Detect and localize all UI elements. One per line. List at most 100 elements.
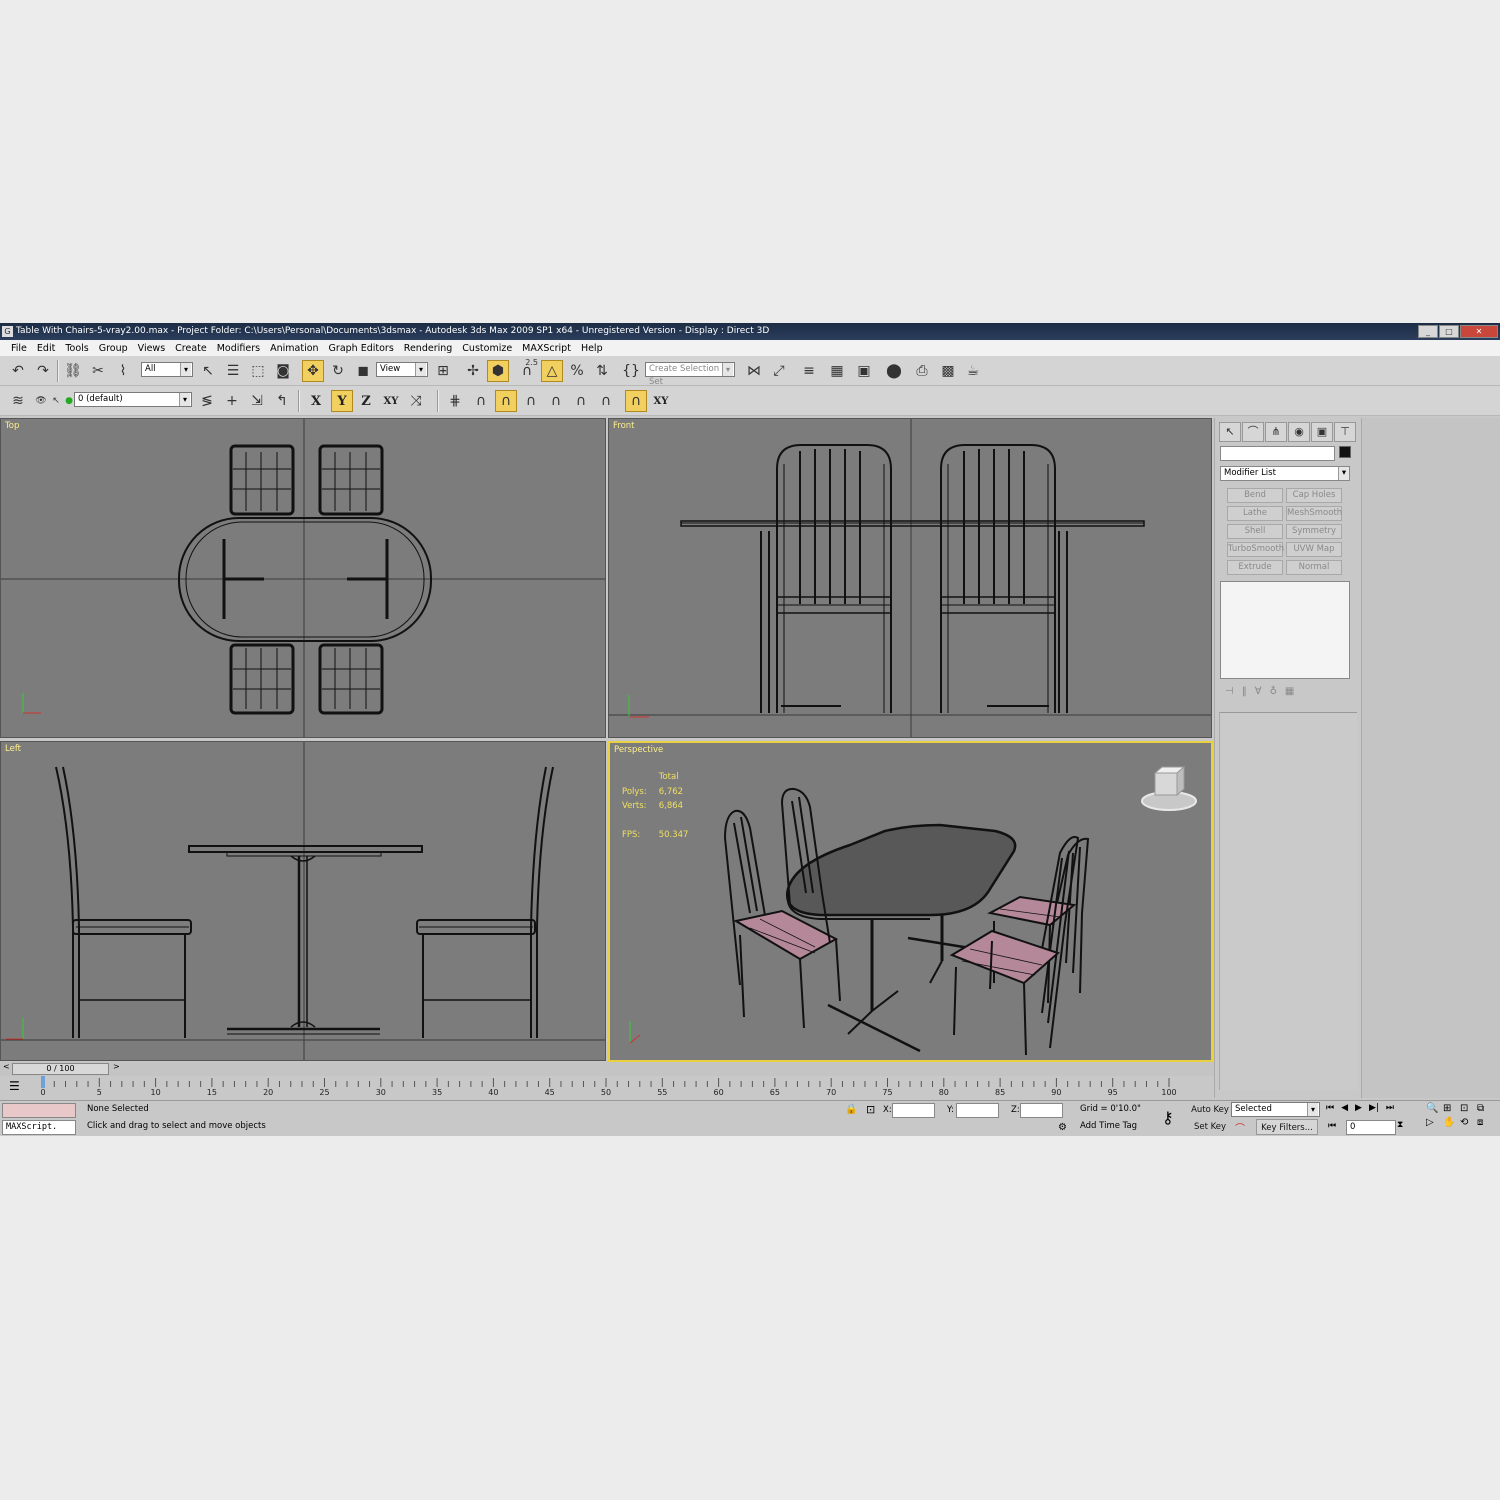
key-filters-button[interactable]: Key Filters... xyxy=(1256,1119,1318,1135)
layer-dropdown[interactable]: 0 (default) xyxy=(74,392,192,407)
selection-lock-icon[interactable]: 🔒 xyxy=(845,1104,857,1115)
mirror-icon[interactable]: ⋈ xyxy=(743,360,765,382)
orbit-icon[interactable]: ⟲ xyxy=(1460,1117,1477,1128)
viewport-front[interactable]: Front xyxy=(608,418,1212,738)
utilities-tab-icon[interactable]: ⊤ xyxy=(1334,422,1356,442)
axis-x-button[interactable]: X xyxy=(305,390,327,412)
go-to-end-icon[interactable]: ⏭ xyxy=(1386,1103,1394,1113)
next-frame-button-icon[interactable]: ▶| xyxy=(1369,1103,1379,1113)
make-unique-icon[interactable]: ∀ xyxy=(1255,686,1262,702)
axis-z-button[interactable]: Z xyxy=(355,390,377,412)
undo-icon[interactable]: ↶ xyxy=(7,360,29,382)
next-frame-icon[interactable]: > xyxy=(113,1062,120,1071)
select-in-layer-icon[interactable]: ⇲ xyxy=(246,390,268,412)
viewport-front-label[interactable]: Front xyxy=(613,421,635,431)
menu-views[interactable]: Views xyxy=(133,343,171,354)
motion-tab-icon[interactable]: ◉ xyxy=(1288,422,1310,442)
modifier-cap-holes-button[interactable]: Cap Holes xyxy=(1286,488,1342,503)
time-tag-icon[interactable]: ⚙ xyxy=(1058,1122,1067,1133)
add-time-tag[interactable]: Add Time Tag xyxy=(1077,1120,1149,1135)
snaps-toggle-icon[interactable]: 2.5 ∩ xyxy=(516,358,538,382)
snap-face-icon[interactable]: ∩ xyxy=(570,390,592,412)
select-link-icon[interactable]: ⛓ xyxy=(62,360,84,382)
pan-icon[interactable]: ✋ xyxy=(1443,1117,1460,1128)
zoom-all-icon[interactable]: ⊞ xyxy=(1443,1103,1460,1114)
key-mode-toggle-icon[interactable]: ⏮ xyxy=(1328,1121,1336,1131)
app-icon[interactable]: G xyxy=(2,326,13,337)
viewport-left-label[interactable]: Left xyxy=(5,744,21,754)
current-frame-input[interactable]: 0 xyxy=(1346,1120,1396,1135)
angle-snap-icon[interactable]: △ xyxy=(541,360,563,382)
display-tab-icon[interactable]: ▣ xyxy=(1311,422,1333,442)
snap-midpoint-icon[interactable]: ∩ xyxy=(520,390,542,412)
snap-vertex-icon[interactable]: ∩ xyxy=(470,390,492,412)
bind-space-warp-icon[interactable]: ⌇ xyxy=(112,360,134,382)
time-configuration-icon[interactable]: ⧗ xyxy=(1397,1120,1403,1130)
set-key-button[interactable]: Set Key xyxy=(1191,1119,1229,1135)
menu-rendering[interactable]: Rendering xyxy=(399,343,458,354)
modifier-list-dropdown[interactable]: Modifier List xyxy=(1220,466,1350,481)
viewport-top[interactable]: Top xyxy=(0,418,606,738)
modifier-shell-button[interactable]: Shell xyxy=(1227,524,1283,539)
modifier-lathe-button[interactable]: Lathe xyxy=(1227,506,1283,521)
key-mode-dropdown[interactable]: Selected xyxy=(1231,1102,1320,1117)
unlink-icon[interactable]: ✂ xyxy=(87,360,109,382)
go-to-start-icon[interactable]: ⏮ xyxy=(1326,1103,1334,1113)
maxscript-listener-pink[interactable] xyxy=(2,1103,76,1118)
rendered-frame-window-icon[interactable]: ▩ xyxy=(937,360,959,382)
modifier-normal-button[interactable]: Normal xyxy=(1286,560,1342,575)
default-in-out-tangents-icon[interactable]: ⌒ xyxy=(1235,1120,1245,1135)
modifier-uvw-map-button[interactable]: UVW Map xyxy=(1286,542,1342,557)
track-bar[interactable]: ☰ 0 5 10 15 20 25 30 35 40 45 50 55 60 65 70 75 80 85 90 95… xyxy=(0,1076,1214,1100)
layers-icon[interactable]: ≋ xyxy=(7,390,29,412)
previous-frame-icon[interactable]: ◀ xyxy=(1341,1103,1348,1113)
modifier-stack-view[interactable] xyxy=(1220,581,1350,679)
menu-modifiers[interactable]: Modifiers xyxy=(212,343,265,354)
menu-animation[interactable]: Animation xyxy=(265,343,323,354)
axis-xy-button[interactable]: XY xyxy=(380,390,402,412)
zoom-icon[interactable]: 🔍 xyxy=(1426,1103,1443,1114)
select-by-name-icon[interactable]: ☰ xyxy=(222,360,244,382)
create-tab-icon[interactable]: ↖ xyxy=(1219,422,1241,442)
schematic-view-icon[interactable]: ▣ xyxy=(853,360,875,382)
window-crossing-icon[interactable]: ◙ xyxy=(272,360,294,382)
menu-help[interactable]: Help xyxy=(576,343,608,354)
material-editor-icon[interactable]: ⬤ xyxy=(883,360,905,382)
set-current-layer-icon[interactable]: ↰ xyxy=(271,390,293,412)
modifier-symmetry-button[interactable]: Symmetry xyxy=(1286,524,1342,539)
selection-filter-dropdown[interactable]: All xyxy=(141,362,193,377)
curve-editor-icon[interactable]: ▦ xyxy=(826,360,848,382)
select-scale-icon[interactable]: ◼ xyxy=(352,360,374,382)
percent-snap-icon[interactable]: % xyxy=(566,360,588,382)
field-of-view-icon[interactable]: ▷ xyxy=(1426,1117,1443,1128)
viewport-left[interactable]: Left xyxy=(0,741,606,1061)
snap-edge-icon[interactable]: ∩ xyxy=(545,390,567,412)
redo-icon[interactable]: ↷ xyxy=(32,360,54,382)
snap-grid-icon[interactable]: ⋕ xyxy=(444,390,466,412)
pin-stack-icon[interactable]: ⊣ xyxy=(1225,686,1234,702)
select-move-icon[interactable]: ✥ xyxy=(302,360,324,382)
maximize-viewport-icon[interactable]: ⧈ xyxy=(1477,1117,1494,1128)
render-setup-icon[interactable]: ⎙ xyxy=(911,360,933,382)
z-coordinate-input[interactable] xyxy=(1020,1103,1063,1118)
close-button[interactable]: ✕ xyxy=(1460,325,1498,338)
object-name-input[interactable] xyxy=(1220,446,1335,461)
axis-y-button[interactable]: Y xyxy=(331,390,353,412)
hierarchy-tab-icon[interactable]: ⋔ xyxy=(1265,422,1287,442)
modifier-bend-button[interactable]: Bend xyxy=(1227,488,1283,503)
menu-group[interactable]: Group xyxy=(94,343,133,354)
axis-constraint-xy-button[interactable]: XY xyxy=(650,390,672,412)
add-to-layer-icon[interactable]: + xyxy=(221,390,243,412)
snap-perpendicular-icon[interactable]: ∩ xyxy=(625,390,647,412)
snap-pivot-icon[interactable]: ∩ xyxy=(595,390,617,412)
axis-rotate-icon[interactable]: ⤨ xyxy=(405,390,427,412)
maxscript-mini-listener[interactable]: MAXScript. xyxy=(2,1120,76,1135)
select-rotate-icon[interactable]: ↻ xyxy=(327,360,349,382)
current-frame-marker[interactable] xyxy=(41,1076,45,1088)
modifier-extrude-button[interactable]: Extrude xyxy=(1227,560,1283,575)
menu-tools[interactable]: Tools xyxy=(60,343,93,354)
modifier-meshsmooth-button[interactable]: MeshSmooth xyxy=(1286,506,1342,521)
align-icon[interactable]: ⤢ xyxy=(768,360,790,382)
time-slider[interactable]: 0 / 100 xyxy=(12,1063,109,1075)
menu-create[interactable]: Create xyxy=(170,343,212,354)
